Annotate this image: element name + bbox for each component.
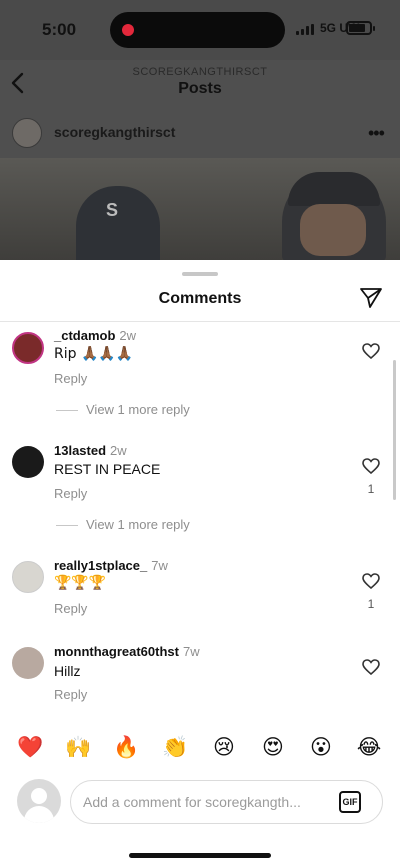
like-heart-icon[interactable] [362,343,380,359]
status-time: 5:00 [42,20,77,39]
divider [0,321,400,322]
page-title: Posts [178,80,222,97]
laughing-face-emoji-button[interactable]: 😂 [356,734,382,760]
comment-avatar[interactable] [12,647,44,679]
view-more-replies[interactable]: View 1 more reply [56,402,190,417]
like-count: 1 [367,482,375,496]
signal-icon [296,24,314,35]
comment-input[interactable] [70,780,383,824]
like-heart-icon[interactable] [362,458,380,474]
battery-level-fill [349,24,365,32]
post-avatar[interactable] [12,118,42,148]
comment-time: 2w [110,443,127,458]
post-account-name: SCOREGKANGTHIRSCT [132,66,268,78]
reply-button[interactable]: Reply [54,601,87,616]
like-heart-icon[interactable] [362,573,380,589]
share-icon[interactable] [359,287,383,309]
dynamic-island [110,12,285,48]
comment-time: 7w [151,558,168,573]
sheet-grabber[interactable] [182,272,218,276]
raising-hands-emoji-button[interactable]: 🙌 [65,734,91,760]
comment-text: REST IN PEACE [54,461,161,477]
post-username[interactable]: scoregkangthirsct [54,124,175,140]
recording-indicator [122,24,134,36]
post-image [0,158,400,260]
comment-text: 🏆🏆🏆 [54,575,107,591]
like-count: 1 [367,597,375,611]
post-photo-person-left [76,186,160,260]
post-photo-person-right [282,172,386,260]
scrollbar[interactable] [393,360,396,500]
status-bar: 5:00 5G UW [0,0,400,60]
comment-username[interactable]: really1stplace_ 7w [54,558,168,573]
clapping-hands-emoji-button[interactable]: 👏 [162,734,188,760]
comment-avatar[interactable] [12,446,44,478]
comment-time: 2w [119,328,137,343]
reply-button[interactable]: Reply [54,371,87,386]
red-heart-emoji-button[interactable]: ❤️ [17,734,43,760]
reply-button[interactable]: Reply [54,486,87,501]
comment-time: 7w [182,644,200,659]
comment-username[interactable]: monnthagreat60thst 7w [54,644,200,659]
comment-text: Rip 🙏🏾🙏🏾🙏🏾 [54,346,134,362]
comment-username[interactable]: 13lasted 2w [54,443,127,458]
comments-title: Comments [158,290,242,307]
heart-eyes-emoji-button[interactable]: 😍 [260,734,286,760]
current-user-avatar [17,779,61,823]
post-background: SCOREGKANGTHIRSCT Posts scoregkangthirsc… [0,60,400,260]
comment-avatar[interactable] [12,332,44,364]
like-heart-icon[interactable] [362,659,380,675]
comment-text: Hillz [54,663,81,679]
comment-avatar[interactable] [12,561,44,593]
more-options-icon[interactable]: ••• [368,124,385,142]
emoji-quick-bar: ❤️ 🙌 🔥 👏 😢 😍 😮 😂 [0,734,400,764]
surprised-face-emoji-button[interactable]: 😮 [308,734,334,760]
fire-emoji-button[interactable]: 🔥 [113,734,139,760]
reply-button[interactable]: Reply [54,687,87,702]
comment-username[interactable]: _ctdamob 2w [54,328,136,343]
crying-face-emoji-button[interactable]: 😢 [211,734,237,760]
gif-button[interactable]: GIF [339,791,361,813]
battery-icon [346,21,375,35]
home-indicator[interactable] [129,853,271,858]
view-more-replies[interactable]: View 1 more reply [56,517,190,532]
